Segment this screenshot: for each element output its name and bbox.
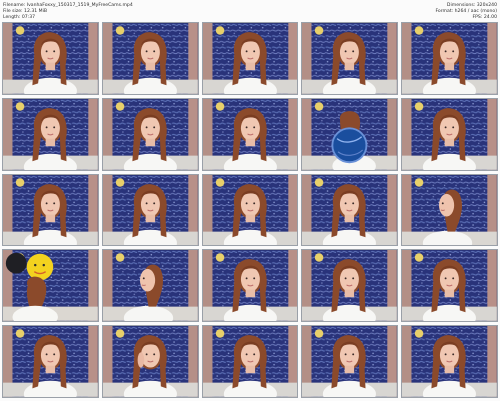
- thumbnail-18: [201, 249, 299, 323]
- thumbnail-22: [101, 325, 199, 398]
- thumbnail-23: [201, 325, 299, 398]
- thumbnail-7: [101, 97, 199, 171]
- thumbnail-15: [401, 173, 498, 247]
- thumbnail-12: [101, 173, 199, 247]
- thumbnail-13: [201, 173, 299, 247]
- thumbnail-14: [301, 173, 399, 247]
- thumbnail-17: [101, 249, 199, 323]
- thumbnail-grid: [2, 22, 498, 398]
- info-right: Dimensions: 320x240 Format: h264 / aac (…: [435, 3, 497, 22]
- fps-text: FPS: 24.00: [472, 15, 498, 21]
- thumbnail-10: [401, 97, 498, 171]
- length-text: Length: 07:37: [3, 15, 36, 21]
- info-left: Filename: IvanhaFoxxy_150317_1519_MyFree…: [3, 3, 133, 22]
- thumbnail-1: [2, 22, 99, 95]
- info-header: Filename: IvanhaFoxxy_150317_1519_MyFree…: [3, 3, 497, 22]
- thumbnail-20: [401, 249, 498, 323]
- thumbnail-5: [401, 22, 498, 95]
- thumbnail-19: [301, 249, 399, 323]
- thumbnail-3: [201, 22, 299, 95]
- thumbnail-8: [201, 97, 299, 171]
- thumbnail-25: [401, 325, 498, 398]
- thumbnail-11: [2, 173, 99, 247]
- thumbnail-24: [301, 325, 399, 398]
- thumbnail-2: [101, 22, 199, 95]
- thumbnail-9: [301, 97, 399, 171]
- thumbnail-6: [2, 97, 99, 171]
- thumbnail-4: [301, 22, 399, 95]
- thumbnail-21: [2, 325, 99, 398]
- contact-sheet: Filename: IvanhaFoxxy_150317_1519_MyFree…: [0, 0, 500, 401]
- thumbnail-16: [2, 249, 99, 323]
